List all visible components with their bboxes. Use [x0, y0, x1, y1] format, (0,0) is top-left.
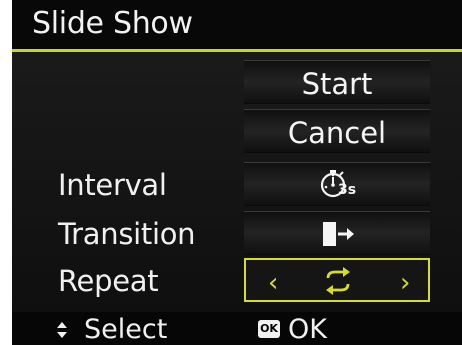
page-title: Slide Show [32, 6, 193, 41]
menu-row-interval: Interval 3s [12, 162, 462, 208]
ok-hint-label: OK [288, 314, 327, 345]
up-down-arrows-icon [56, 322, 68, 338]
interval-value: 3s [338, 182, 357, 198]
interval-label: Interval [58, 168, 167, 202]
start-label: Start [301, 67, 373, 101]
title-bar: Slide Show [12, 0, 462, 52]
cancel-button[interactable]: Cancel [244, 109, 430, 153]
interval-option[interactable]: 3s [244, 162, 430, 206]
ok-button-icon: OK [258, 320, 280, 338]
slideshow-screen: Slide Show Start Cancel Interval 3s Tran… [12, 0, 462, 345]
menu-row-cancel: Cancel [12, 109, 462, 155]
footer-hint-bar: Select OK OK [12, 312, 462, 345]
transition-label: Transition [58, 217, 196, 251]
start-button[interactable]: Start [244, 60, 430, 104]
repeat-icon [320, 266, 356, 296]
menu-row-repeat: Repeat ‹ › [12, 258, 462, 304]
cancel-label: Cancel [287, 116, 387, 150]
chevron-left-icon[interactable]: ‹ [268, 268, 278, 298]
menu-area: Start Cancel Interval 3s Transition Repe… [12, 52, 462, 312]
select-hint-label: Select [84, 314, 168, 345]
transition-slide-icon [319, 220, 359, 248]
repeat-label: Repeat [58, 264, 159, 298]
repeat-option[interactable]: ‹ › [244, 258, 430, 302]
menu-row-start: Start [12, 60, 462, 106]
timer-3s-icon: 3s [319, 167, 359, 203]
chevron-right-icon[interactable]: › [400, 268, 410, 298]
transition-option[interactable] [244, 211, 430, 255]
menu-row-transition: Transition [12, 211, 462, 257]
